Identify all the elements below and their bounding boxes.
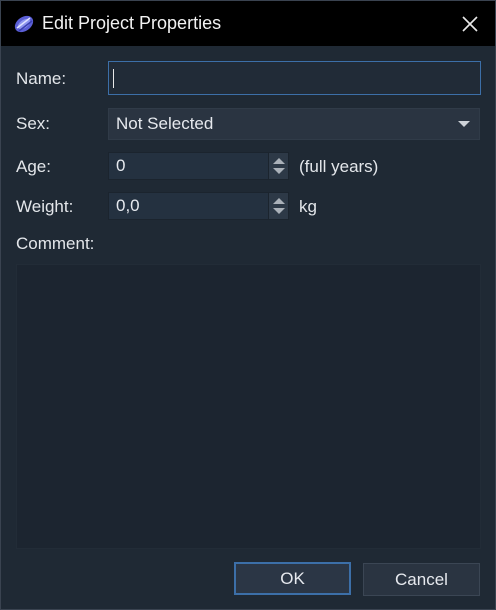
- sex-select[interactable]: Not Selected: [108, 108, 480, 140]
- window-title: Edit Project Properties: [42, 13, 222, 33]
- increment-icon[interactable]: [273, 158, 285, 164]
- app-logo-icon: [12, 12, 36, 36]
- name-input[interactable]: [108, 61, 481, 95]
- decrement-icon[interactable]: [273, 208, 285, 214]
- text-caret: [113, 69, 114, 88]
- chevron-down-icon[interactable]: [458, 121, 470, 127]
- weight-unit-label: kg: [299, 197, 317, 216]
- comment-label: Comment:: [16, 234, 95, 253]
- dialog-window: Edit Project Properties Name: Sex: Not S…: [0, 0, 496, 610]
- age-label: Age:: [16, 157, 51, 176]
- age-value: 0: [116, 156, 126, 175]
- weight-stepper[interactable]: [268, 193, 288, 219]
- cancel-button[interactable]: Cancel: [363, 563, 480, 596]
- decrement-icon[interactable]: [273, 168, 285, 174]
- close-button[interactable]: [455, 9, 485, 39]
- age-spinbox[interactable]: 0: [108, 152, 289, 180]
- comment-textarea[interactable]: [16, 264, 481, 549]
- title-bar: Edit Project Properties: [1, 1, 495, 46]
- close-icon: [462, 16, 478, 32]
- ok-button[interactable]: OK: [234, 562, 351, 595]
- sex-selected-value: Not Selected: [116, 114, 214, 133]
- weight-spinbox[interactable]: 0,0: [108, 192, 289, 220]
- age-stepper[interactable]: [268, 153, 288, 179]
- increment-icon[interactable]: [273, 198, 285, 204]
- weight-value: 0,0: [116, 196, 140, 215]
- name-label: Name:: [16, 69, 67, 88]
- weight-label: Weight:: [16, 197, 74, 216]
- sex-label: Sex:: [16, 114, 51, 133]
- age-unit-label: (full years): [299, 157, 379, 176]
